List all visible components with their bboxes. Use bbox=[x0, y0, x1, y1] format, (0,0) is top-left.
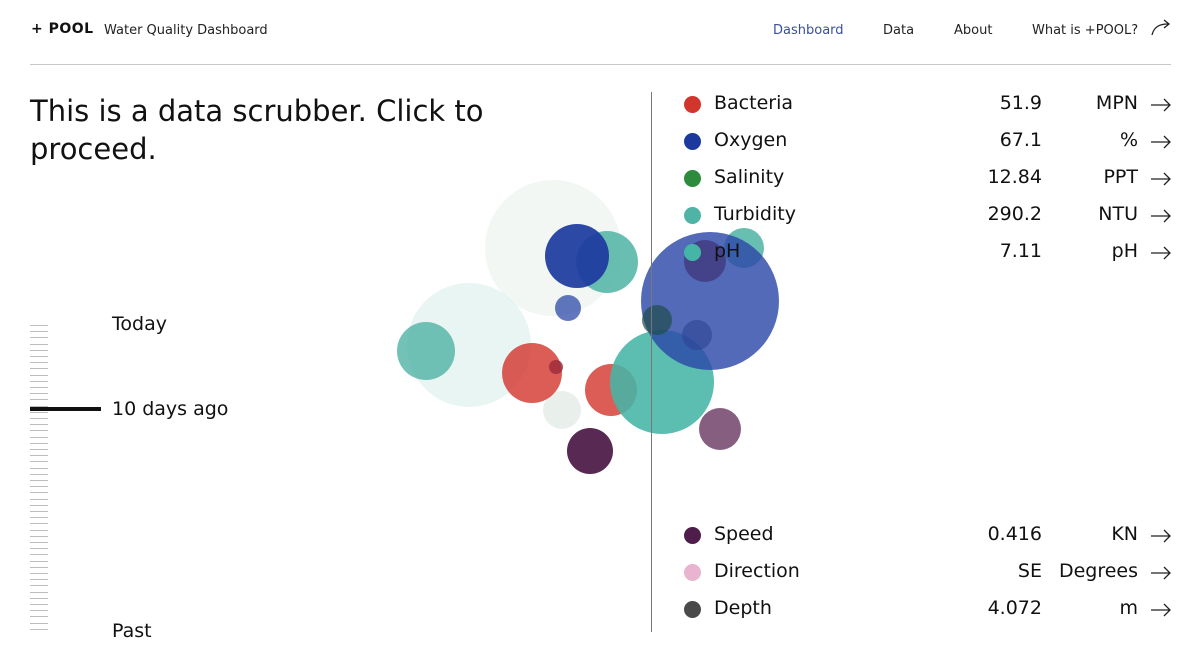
metric-value: 12.84 bbox=[987, 166, 1042, 188]
metric-name: Oxygen bbox=[714, 129, 788, 151]
metric-value: 67.1 bbox=[999, 129, 1042, 151]
bubble bbox=[699, 408, 741, 450]
metric-value: 4.072 bbox=[987, 597, 1042, 619]
arrow-right-icon[interactable] bbox=[1150, 209, 1172, 223]
metric-name: Direction bbox=[714, 560, 800, 582]
ph-dot-icon bbox=[684, 244, 701, 261]
metric-unit: NTU bbox=[1098, 203, 1138, 225]
bubble bbox=[545, 224, 609, 288]
metric-name: Speed bbox=[714, 523, 774, 545]
bacteria-dot-icon bbox=[684, 96, 701, 113]
metric-name: Depth bbox=[714, 597, 772, 619]
salinity-dot-icon bbox=[684, 170, 701, 187]
metric-row-ph[interactable]: pH 7.11 pH bbox=[684, 240, 1174, 266]
metric-name: pH bbox=[714, 240, 741, 262]
metric-name: Turbidity bbox=[714, 203, 796, 225]
metric-row-turbidity[interactable]: Turbidity 290.2 NTU bbox=[684, 203, 1174, 229]
turbidity-dot-icon bbox=[684, 207, 701, 224]
bubble bbox=[642, 305, 672, 335]
arrow-right-icon[interactable] bbox=[1150, 529, 1172, 543]
depth-dot-icon bbox=[684, 601, 701, 618]
arrow-right-icon[interactable] bbox=[1150, 98, 1172, 112]
metric-row-oxygen[interactable]: Oxygen 67.1 % bbox=[684, 129, 1174, 155]
metric-value: 290.2 bbox=[987, 203, 1042, 225]
bubble bbox=[682, 320, 712, 350]
metric-row-depth[interactable]: Depth 4.072 m bbox=[684, 597, 1174, 623]
bubble bbox=[397, 322, 455, 380]
metric-value: SE bbox=[1017, 560, 1042, 582]
metric-value: 7.11 bbox=[999, 240, 1042, 262]
metric-value: 51.9 bbox=[999, 92, 1042, 114]
metric-unit: m bbox=[1119, 597, 1138, 619]
scrubber-divider-line bbox=[651, 92, 652, 632]
metric-unit: MPN bbox=[1095, 92, 1138, 114]
bubble bbox=[549, 360, 563, 374]
bubble bbox=[555, 295, 581, 321]
metric-unit: KN bbox=[1111, 523, 1138, 545]
arrow-right-icon[interactable] bbox=[1150, 603, 1172, 617]
metric-row-direction[interactable]: Direction SE Degrees bbox=[684, 560, 1174, 586]
oxygen-dot-icon bbox=[684, 133, 701, 150]
arrow-right-icon[interactable] bbox=[1150, 172, 1172, 186]
metric-row-salinity[interactable]: Salinity 12.84 PPT bbox=[684, 166, 1174, 192]
metric-unit: PPT bbox=[1103, 166, 1138, 188]
metric-unit: % bbox=[1119, 129, 1138, 151]
metric-unit: Degrees bbox=[1058, 560, 1138, 582]
metric-name: Salinity bbox=[714, 166, 785, 188]
speed-dot-icon bbox=[684, 527, 701, 544]
arrow-right-icon[interactable] bbox=[1150, 246, 1172, 260]
metric-row-bacteria[interactable]: Bacteria 51.9 MPN bbox=[684, 92, 1174, 118]
direction-dot-icon bbox=[684, 564, 701, 581]
metric-value: 0.416 bbox=[987, 523, 1042, 545]
bubble bbox=[567, 428, 613, 474]
metric-name: Bacteria bbox=[714, 92, 793, 114]
arrow-right-icon[interactable] bbox=[1150, 566, 1172, 580]
metric-row-speed[interactable]: Speed 0.416 KN bbox=[684, 523, 1174, 549]
metric-unit: pH bbox=[1111, 240, 1138, 262]
arrow-right-icon[interactable] bbox=[1150, 135, 1172, 149]
